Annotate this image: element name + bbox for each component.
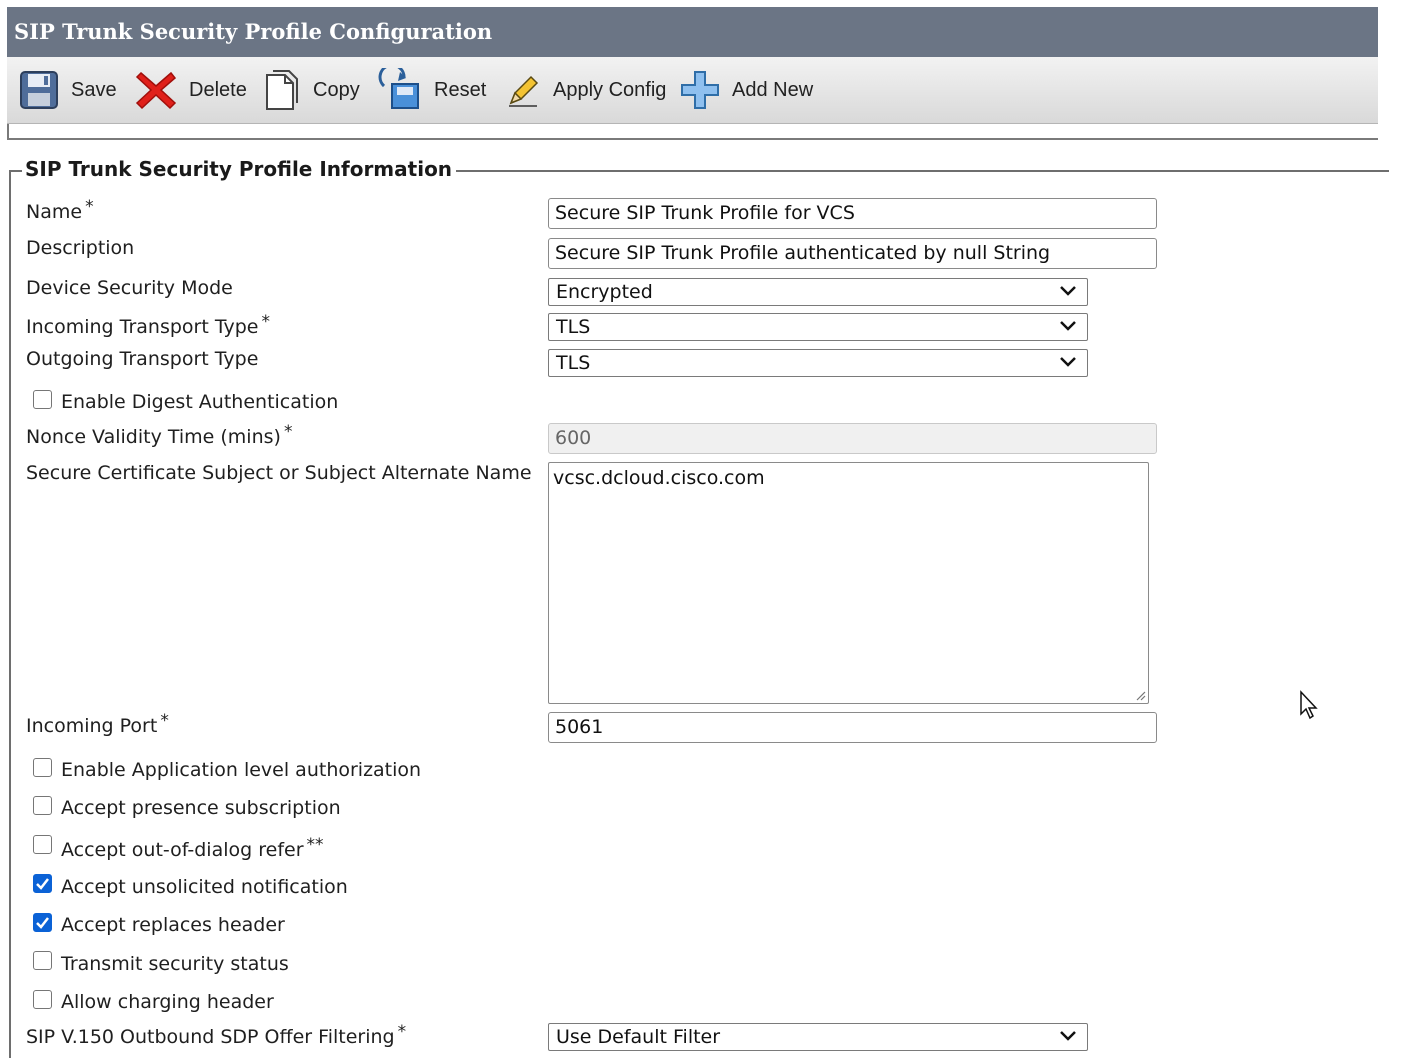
delete-icon bbox=[135, 71, 177, 110]
sdp-filter-select[interactable]: Use Default Filter bbox=[548, 1023, 1088, 1051]
sdp-filter-value: Use Default Filter bbox=[556, 1026, 721, 1048]
secure-cert-textarea[interactable]: vcsc.dcloud.cisco.com bbox=[548, 462, 1149, 704]
secure-cert-label: Secure Certificate Subject or Subject Al… bbox=[26, 462, 532, 484]
chevron-down-icon bbox=[1060, 357, 1076, 367]
add-new-label: Add New bbox=[732, 78, 814, 101]
apply-config-label: Apply Config bbox=[553, 78, 667, 101]
app-level-auth-label: Enable Application level authorization bbox=[61, 759, 422, 781]
save-icon bbox=[20, 71, 58, 109]
copy-button[interactable]: Copy bbox=[263, 57, 360, 123]
transmit-security-label: Transmit security status bbox=[61, 953, 289, 975]
incoming-transport-select[interactable]: TLS bbox=[548, 313, 1088, 341]
name-label: Name * bbox=[26, 197, 94, 223]
secure-cert-value: vcsc.dcloud.cisco.com bbox=[553, 467, 765, 489]
copy-icon bbox=[266, 70, 298, 110]
save-label: Save bbox=[71, 78, 117, 101]
reset-icon bbox=[378, 68, 419, 109]
nonce-validity-input[interactable]: 600 bbox=[548, 423, 1157, 454]
delete-label: Delete bbox=[189, 78, 247, 101]
incoming-port-label: Incoming Port * bbox=[26, 711, 169, 737]
section-title: SIP Trunk Security Profile Information bbox=[22, 157, 457, 181]
outgoing-transport-value: TLS bbox=[556, 352, 591, 374]
unsolicited-checkbox[interactable] bbox=[33, 874, 52, 893]
page-title: SIP Trunk Security Profile Configuration bbox=[7, 7, 1378, 57]
device-security-mode-select[interactable]: Encrypted bbox=[548, 278, 1088, 306]
copy-label: Copy bbox=[313, 78, 360, 101]
description-input[interactable]: Secure SIP Trunk Profile authenticated b… bbox=[548, 238, 1157, 269]
checkmark-icon bbox=[36, 917, 49, 929]
outgoing-transport-label: Outgoing Transport Type bbox=[26, 348, 259, 370]
reset-label: Reset bbox=[434, 78, 487, 101]
delete-button[interactable]: Delete bbox=[135, 57, 247, 123]
device-security-mode-label: Device Security Mode bbox=[26, 277, 233, 299]
replaces-header-checkbox[interactable] bbox=[33, 913, 52, 932]
charging-header-label: Allow charging header bbox=[61, 991, 274, 1013]
apply-config-button[interactable]: Apply Config bbox=[507, 57, 666, 123]
presence-sub-label: Accept presence subscription bbox=[61, 797, 341, 819]
toolbar-divider bbox=[7, 124, 1378, 140]
sdp-filter-label: SIP V.150 Outbound SDP Offer Filtering * bbox=[26, 1022, 407, 1048]
unsolicited-label: Accept unsolicited notification bbox=[61, 876, 348, 898]
replaces-header-label: Accept replaces header bbox=[61, 914, 285, 936]
add-new-button[interactable]: Add New bbox=[680, 57, 813, 123]
incoming-transport-value: TLS bbox=[556, 316, 591, 338]
out-of-dialog-checkbox[interactable] bbox=[33, 835, 52, 854]
save-button[interactable]: Save bbox=[19, 57, 117, 123]
digest-auth-label: Enable Digest Authentication bbox=[61, 391, 339, 413]
app-level-auth-checkbox[interactable] bbox=[33, 758, 52, 777]
chevron-down-icon bbox=[1060, 321, 1076, 331]
apply-config-icon bbox=[509, 75, 539, 107]
transmit-security-checkbox[interactable] bbox=[33, 951, 52, 970]
description-label: Description bbox=[26, 237, 135, 259]
nonce-validity-label: Nonce Validity Time (mins) * bbox=[26, 422, 293, 448]
toolbar: Save Delete Copy Reset Apply Config Add … bbox=[7, 57, 1378, 124]
chevron-down-icon bbox=[1060, 1031, 1076, 1041]
mouse-cursor-icon bbox=[1300, 690, 1318, 720]
resize-grip-icon[interactable] bbox=[1134, 689, 1146, 701]
charging-header-checkbox[interactable] bbox=[33, 990, 52, 1009]
outgoing-transport-select[interactable]: TLS bbox=[548, 349, 1088, 377]
chevron-down-icon bbox=[1060, 286, 1076, 296]
add-new-icon bbox=[681, 71, 719, 109]
reset-button[interactable]: Reset bbox=[378, 57, 486, 123]
out-of-dialog-label: Accept out-of-dialog refer ** bbox=[61, 835, 324, 861]
incoming-transport-label: Incoming Transport Type * bbox=[26, 312, 270, 338]
checkmark-icon bbox=[36, 878, 49, 890]
name-input[interactable]: Secure SIP Trunk Profile for VCS bbox=[548, 198, 1157, 229]
digest-auth-checkbox[interactable] bbox=[33, 390, 52, 409]
incoming-port-input[interactable]: 5061 bbox=[548, 712, 1157, 743]
presence-sub-checkbox[interactable] bbox=[33, 796, 52, 815]
device-security-mode-value: Encrypted bbox=[556, 281, 653, 303]
